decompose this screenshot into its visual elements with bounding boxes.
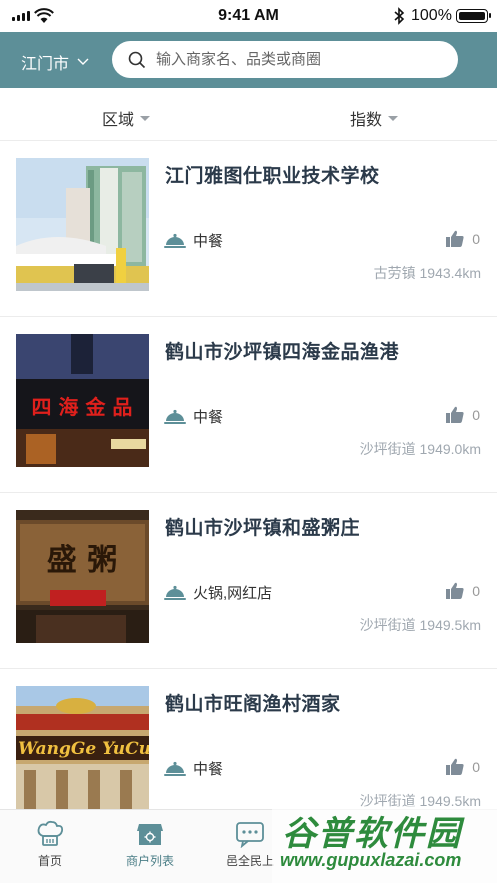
category-label: 中餐 [193, 409, 224, 426]
merchant-category: 火锅,网红店 [164, 582, 272, 603]
bluetooth-icon [394, 7, 405, 25]
dish-cover-icon [164, 585, 186, 600]
dish-cover-icon [164, 761, 186, 776]
tab-community-label: 邑全民上 [225, 854, 274, 868]
shop-icon [137, 824, 163, 845]
chevron-down-icon [77, 58, 89, 65]
app-header: 江门市 [0, 32, 497, 88]
battery-percent: 100% [411, 7, 452, 24]
like-button[interactable]: 0 [446, 582, 480, 599]
dish-cover-icon [164, 233, 186, 248]
thumbs-up-icon [446, 406, 464, 423]
merchant-item[interactable]: 盛 粥 鹤山市沙坪镇和盛粥庄 火锅,网红店 0 沙坪街道 1949.5km [0, 493, 497, 669]
merchant-item[interactable]: 江门雅图仕职业技术学校 中餐 0 古劳镇 1943.4km [0, 141, 497, 317]
shop-sign-text: 四 海 金 品 [32, 395, 133, 419]
caret-down-icon [140, 115, 151, 121]
thumbs-up-icon [446, 582, 464, 599]
merchant-category: 中餐 [164, 758, 223, 779]
area-filter-label: 区域 [102, 112, 135, 129]
like-count: 0 [472, 582, 480, 599]
category-label: 中餐 [193, 761, 224, 778]
category-label: 中餐 [193, 233, 224, 250]
merchant-photo: 盛 粥 [16, 510, 149, 643]
city-selector[interactable]: 江门市 [21, 50, 89, 74]
merchant-name: 鹤山市沙坪镇和盛粥庄 [165, 518, 361, 539]
watermark-url: www.gupuxlazai.com [280, 850, 462, 870]
merchant-category: 中餐 [164, 406, 223, 427]
merchant-distance: 沙坪街道 1949.5km [359, 617, 481, 633]
category-label: 火锅,网红店 [193, 585, 273, 602]
merchant-item[interactable]: 四 海 金 品 鹤山市沙坪镇四海金品渔港 中餐 0 沙坪街道 1949.0km [0, 317, 497, 493]
merchant-photo: WangGe YuCun [16, 686, 149, 819]
like-button[interactable]: 0 [446, 230, 480, 247]
like-button[interactable]: 0 [446, 758, 480, 775]
tab-home[interactable]: 首页 [0, 820, 100, 869]
watermark-title: 谷普软件园 [282, 815, 462, 853]
merchant-category: 中餐 [164, 230, 223, 251]
tab-home-label: 首页 [37, 854, 62, 868]
area-filter[interactable]: 区域 [102, 106, 151, 130]
like-count: 0 [472, 758, 480, 775]
like-count: 0 [472, 230, 480, 247]
merchant-name: 鹤山市旺阁渔村酒家 [165, 694, 341, 715]
caret-down-icon [388, 115, 399, 121]
dish-cover-icon [164, 409, 186, 424]
filter-bar: 区域 指数 [0, 88, 497, 141]
watermark: 谷普软件园 www.gupuxlazai.com [272, 806, 497, 883]
merchant-name: 江门雅图仕职业技术学校 [165, 166, 380, 187]
chat-bubble-icon [236, 822, 264, 848]
index-filter[interactable]: 指数 [350, 106, 399, 130]
shop-sign-text: 盛 粥 [47, 543, 117, 578]
like-button[interactable]: 0 [446, 406, 480, 423]
battery-icon [456, 9, 491, 23]
city-label: 江门市 [21, 56, 70, 73]
search-input[interactable] [156, 51, 436, 68]
index-filter-label: 指数 [350, 112, 383, 129]
shop-sign-text: WangGe YuCun [18, 739, 149, 759]
thumbs-up-icon [446, 230, 464, 247]
merchant-name: 鹤山市沙坪镇四海金品渔港 [165, 342, 400, 363]
search-icon [128, 51, 146, 68]
merchant-photo [16, 158, 149, 291]
merchant-distance: 沙坪街道 1949.0km [359, 441, 481, 457]
like-count: 0 [472, 406, 480, 423]
tab-merchant-list-label: 商户列表 [125, 854, 174, 868]
status-bar: 9:41 AM 100% [0, 0, 497, 32]
merchant-distance: 古劳镇 1943.4km [373, 265, 481, 281]
tab-merchant-list[interactable]: 商户列表 [100, 820, 200, 869]
thumbs-up-icon [446, 758, 464, 775]
chef-hat-icon [37, 820, 64, 846]
search-bar[interactable] [112, 41, 458, 78]
merchant-photo: 四 海 金 品 [16, 334, 149, 467]
